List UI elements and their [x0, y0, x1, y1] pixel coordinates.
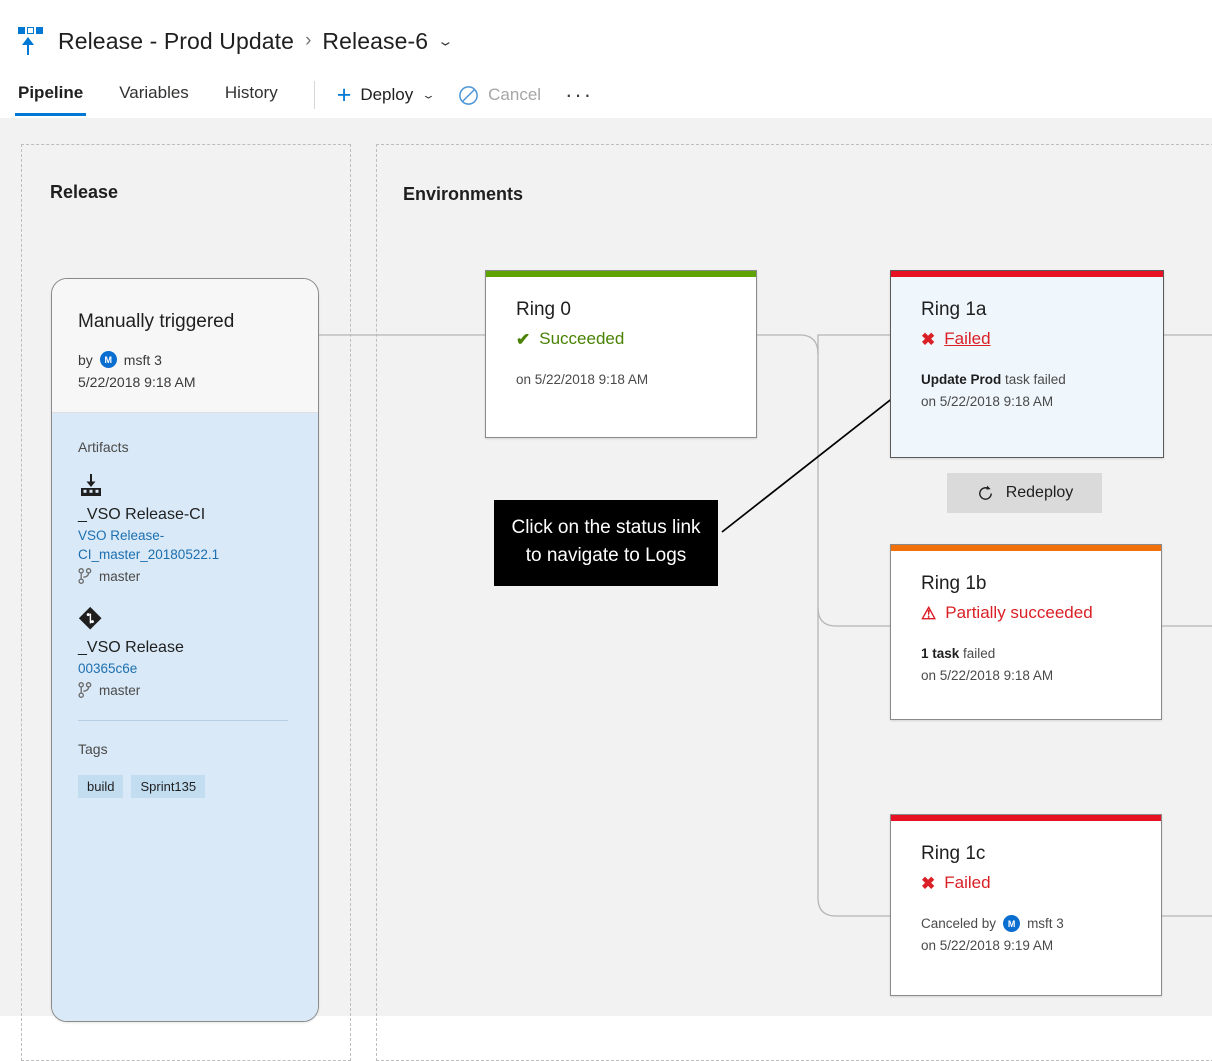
by-label: by: [78, 351, 93, 368]
breadcrumb-root[interactable]: Release - Prod Update: [58, 28, 294, 55]
artifact-name[interactable]: _VSO Release: [78, 639, 292, 657]
environment-card-ring-1a[interactable]: Ring 1a ✖ Failed Update Prod task failed…: [890, 270, 1164, 458]
environment-name: Ring 1a: [921, 299, 987, 320]
cancel-button[interactable]: Cancel: [458, 85, 541, 106]
more-options-button[interactable]: ···: [565, 84, 593, 106]
redeploy-button-label: Redeploy: [1005, 484, 1074, 501]
release-pipeline-icon: [14, 24, 44, 58]
release-panel-title: Release: [50, 182, 119, 202]
breadcrumb: Release - Prod Update › Release-6 ⌄: [14, 20, 454, 62]
failed-task-name: Update Prod: [921, 372, 1002, 387]
status-label: Partially succeeded: [945, 603, 1093, 622]
warning-triangle-icon: ⚠: [921, 603, 937, 623]
tab-history[interactable]: History: [225, 83, 278, 108]
chevron-down-icon[interactable]: ⌄: [421, 88, 436, 102]
environments-panel-title: Environments: [403, 184, 524, 204]
canceled-by-user: msft 3: [1027, 916, 1064, 931]
environment-card-ring-1c[interactable]: Ring 1c ✖ Failed Canceled by M msft 3 on…: [890, 814, 1162, 996]
environment-card-ring-0[interactable]: Ring 0 ✔ Succeeded on 5/22/2018 9:18 AM: [485, 270, 757, 438]
deploy-button[interactable]: + Deploy ⌄: [336, 80, 436, 109]
branch-name: master: [99, 568, 141, 584]
release-triggered-by: by M msft 3: [78, 351, 292, 368]
artifact-item[interactable]: _VSO Release-CI VSO Release-CI_master_20…: [78, 473, 292, 585]
tab-pipeline[interactable]: Pipeline: [14, 83, 87, 116]
failed-task-count: 1 task: [921, 646, 960, 661]
deployment-date: on 5/22/2018 9:18 AM: [921, 393, 1054, 409]
failed-task-line: 1 task failed: [921, 643, 1135, 665]
artifact-version[interactable]: 00365c6e: [78, 659, 228, 678]
tag-chip[interactable]: Sprint135: [131, 775, 206, 799]
git-repo-icon: [78, 606, 292, 632]
divider: [78, 720, 288, 722]
pipeline-canvas: Release Environments Manually triggered …: [0, 118, 1212, 1061]
release-trigger-label: Manually triggered: [78, 311, 235, 332]
environment-name: Ring 0: [516, 299, 571, 320]
artifact-name[interactable]: _VSO Release-CI: [78, 506, 292, 524]
deployment-date: on 5/22/2018 9:18 AM: [516, 372, 649, 387]
artifact-item[interactable]: _VSO Release 00365c6e master: [78, 606, 292, 699]
status-badge[interactable]: ✖ Failed: [921, 329, 1137, 349]
ban-icon: [458, 85, 479, 106]
refresh-icon: [976, 484, 995, 503]
callout-tooltip: Click on the status link to navigate to …: [494, 500, 718, 587]
release-date: 5/22/2018 9:18 AM: [78, 374, 196, 390]
canceled-by-line: Canceled by M msft 3: [921, 913, 1135, 935]
error-x-icon: ✖: [921, 873, 936, 893]
status-badge: ✖ Failed: [921, 873, 1135, 893]
check-icon: ✔: [516, 329, 531, 349]
release-card-body: Artifacts _VSO Release-CI VSO Release-CI…: [52, 413, 318, 1021]
status-label: Succeeded: [539, 329, 625, 348]
environment-meta: 1 task failed on 5/22/2018 9:18 AM: [921, 643, 1135, 687]
tab-variables[interactable]: Variables: [119, 83, 189, 108]
breadcrumb-current[interactable]: Release-6: [322, 28, 428, 55]
cancel-button-label: Cancel: [488, 85, 542, 104]
git-branch-icon: [78, 568, 92, 585]
failed-task-suffix: failed: [963, 646, 996, 661]
plus-icon: +: [336, 80, 352, 109]
avatar: M: [99, 351, 117, 368]
build-artifact-icon: [78, 473, 292, 499]
git-branch-icon: [78, 682, 92, 699]
status-link[interactable]: Failed: [944, 329, 990, 349]
release-card-header: Manually triggered by M msft 3 5/22/2018…: [52, 279, 318, 413]
status-label: Failed: [944, 873, 991, 892]
canceled-by-label: Canceled by: [921, 916, 997, 931]
environment-meta: on 5/22/2018 9:18 AM: [516, 369, 730, 391]
failed-task-line: Update Prod task failed: [921, 369, 1137, 391]
tag-chip[interactable]: build: [78, 775, 124, 799]
page-header: Release - Prod Update › Release-6 ⌄ Pipe…: [0, 0, 1212, 118]
deployment-date: on 5/22/2018 9:18 AM: [921, 667, 1054, 683]
redeploy-button[interactable]: Redeploy: [947, 473, 1102, 513]
error-x-icon: ✖: [921, 329, 936, 349]
avatar: M: [1003, 915, 1021, 933]
chevron-down-icon[interactable]: ⌄: [437, 35, 454, 48]
toolbar-divider: [313, 81, 315, 109]
status-badge: ✔ Succeeded: [516, 329, 730, 349]
environment-name: Ring 1b: [921, 573, 987, 594]
status-badge: ⚠ Partially succeeded: [921, 603, 1135, 623]
release-user-name: msft 3: [123, 351, 162, 368]
artifact-version[interactable]: VSO Release-CI_master_20180522.1: [78, 526, 228, 564]
artifacts-label: Artifacts: [78, 439, 129, 455]
artifact-branch: master: [78, 568, 292, 585]
environment-name: Ring 1c: [921, 843, 986, 864]
artifact-branch: master: [78, 682, 292, 699]
environment-card-ring-1b[interactable]: Ring 1b ⚠ Partially succeeded 1 task fai…: [890, 544, 1162, 720]
tab-bar: Pipeline Variables History + Deploy ⌄ Ca…: [0, 72, 1212, 118]
branch-name: master: [99, 682, 141, 698]
release-summary-card[interactable]: Manually triggered by M msft 3 5/22/2018…: [51, 278, 319, 1022]
breadcrumb-separator: ›: [305, 30, 312, 51]
deploy-button-label: Deploy: [360, 85, 414, 104]
deployment-date: on 5/22/2018 9:19 AM: [921, 937, 1054, 953]
failed-task-suffix: task failed: [1005, 372, 1066, 387]
environment-meta: Canceled by M msft 3 on 5/22/2018 9:19 A…: [921, 913, 1135, 957]
environment-meta: Update Prod task failed on 5/22/2018 9:1…: [921, 369, 1137, 413]
tags-list: build Sprint135: [78, 775, 292, 799]
tags-label: Tags: [78, 741, 108, 758]
